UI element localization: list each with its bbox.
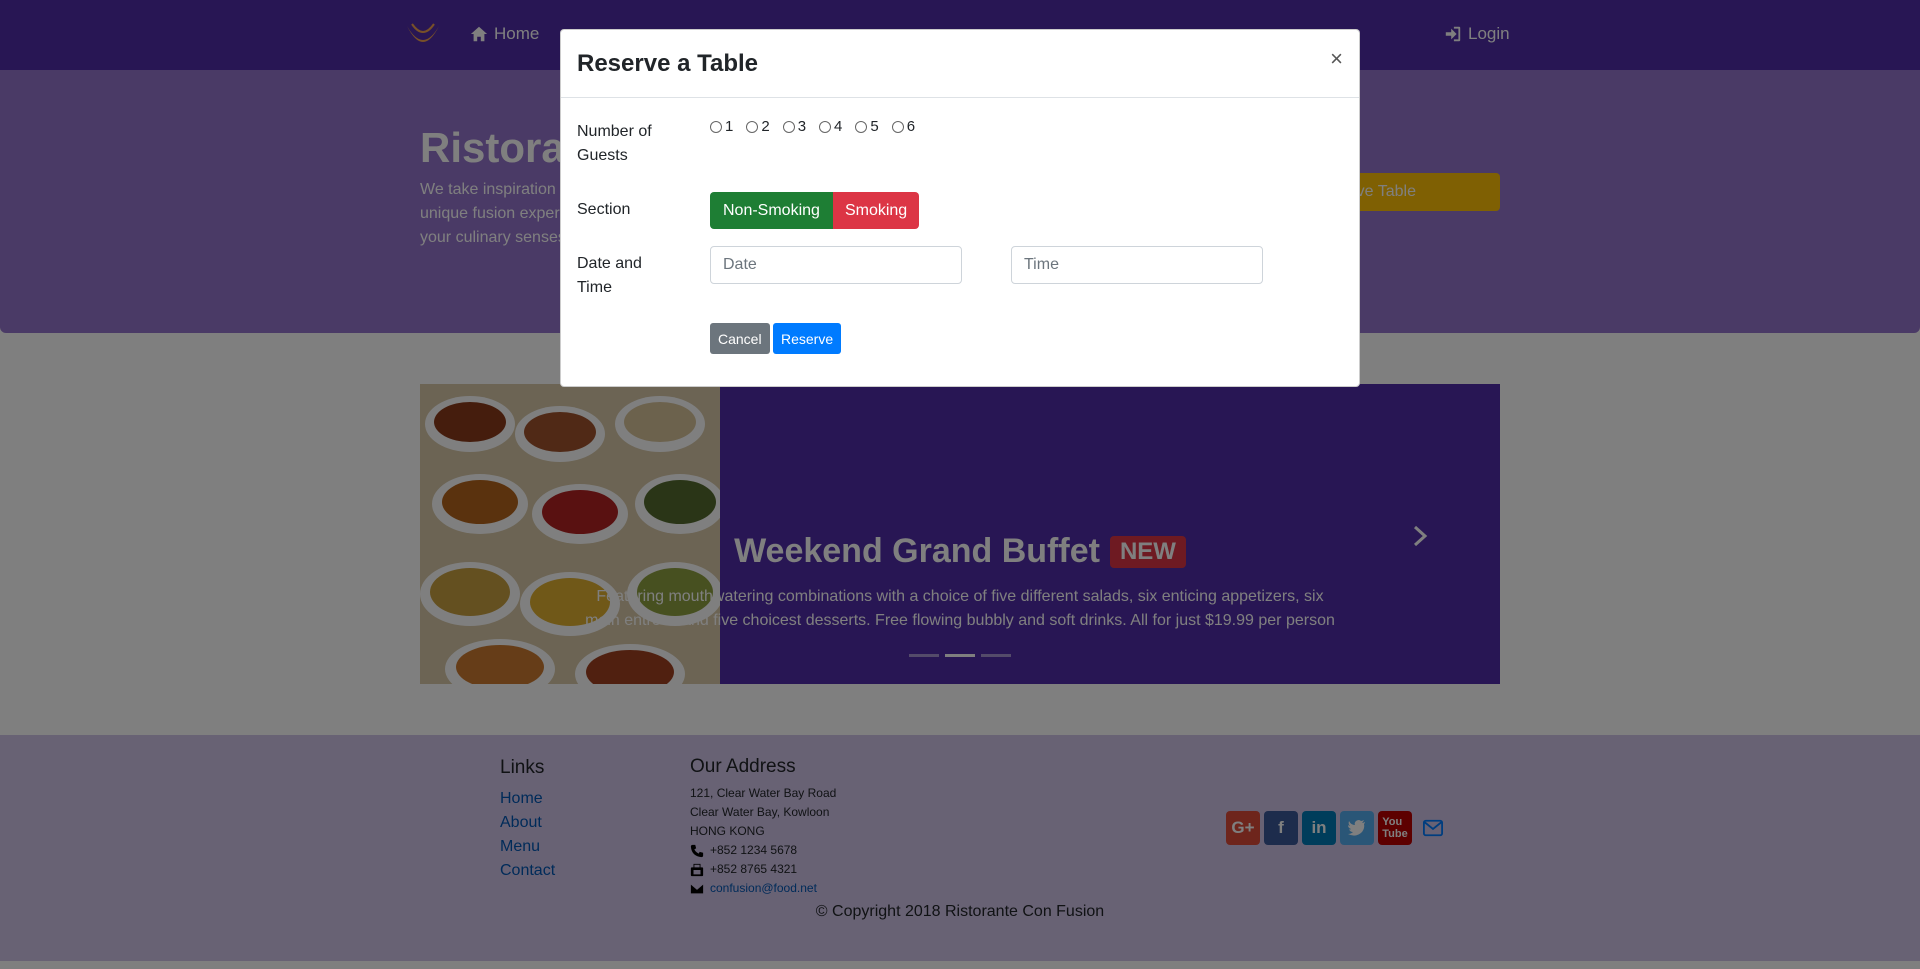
guest-option-label: 1 <box>725 118 734 135</box>
reserve-button[interactable]: Reserve <box>773 323 842 354</box>
guest-option-5[interactable]: 5 <box>855 118 879 135</box>
guests-label: Number of Guests <box>577 123 652 164</box>
radio-button[interactable] <box>746 120 759 133</box>
radio-button[interactable] <box>891 120 904 133</box>
guest-option-label: 4 <box>834 118 843 135</box>
guest-option-label: 5 <box>870 118 879 135</box>
guest-option-label: 2 <box>761 118 770 135</box>
guest-option-label: 6 <box>906 118 916 135</box>
close-icon[interactable]: × <box>1330 48 1343 70</box>
cancel-button[interactable]: Cancel <box>710 323 770 354</box>
guest-option-6[interactable]: 6 <box>891 118 916 135</box>
guest-option-2[interactable]: 2 <box>746 118 770 135</box>
guest-option-1[interactable]: 1 <box>710 118 733 135</box>
smoking-button[interactable]: Smoking <box>832 192 920 229</box>
section-button-group: Non-Smoking Smoking <box>710 192 920 229</box>
guest-option-4[interactable]: 4 <box>819 118 842 135</box>
reserve-table-modal: Reserve a Table × Number of Guests 1 2 3… <box>560 29 1360 387</box>
section-label: Section <box>577 201 631 218</box>
radio-button[interactable] <box>782 120 795 133</box>
radio-button[interactable] <box>819 120 832 133</box>
date-input[interactable] <box>710 246 962 284</box>
radio-button[interactable] <box>710 120 722 133</box>
modal-header: Reserve a Table × <box>561 30 1359 98</box>
guest-option-3[interactable]: 3 <box>782 118 807 135</box>
datetime-label: Date and Time <box>577 255 642 296</box>
time-input[interactable] <box>1011 246 1263 284</box>
guest-option-label: 3 <box>797 118 807 135</box>
radio-button[interactable] <box>855 120 868 133</box>
guests-radio-group: 1 2 3 4 5 6 <box>710 118 915 135</box>
non-smoking-button[interactable]: Non-Smoking <box>710 192 833 229</box>
modal-title: Reserve a Table <box>577 50 758 77</box>
